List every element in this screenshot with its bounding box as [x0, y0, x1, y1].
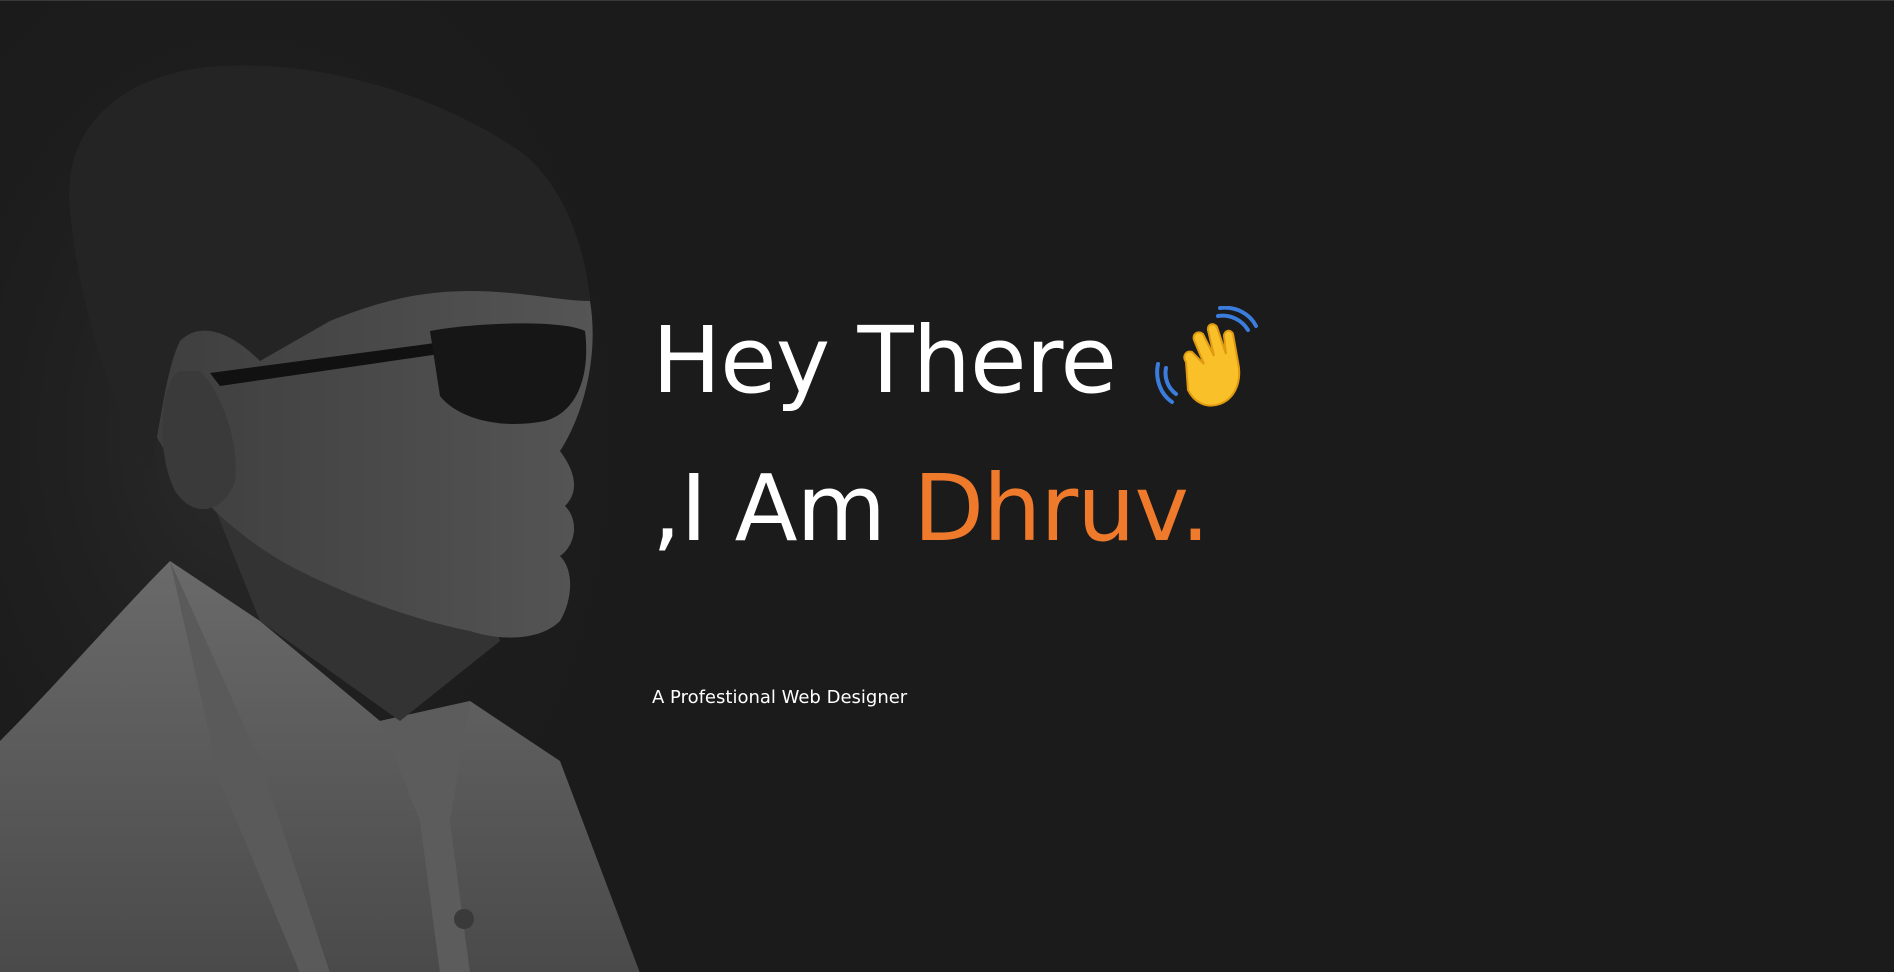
greeting-text: Hey There [652, 307, 1117, 414]
portrait-photo [0, 1, 700, 972]
intro-line: ,I Am Dhruv. [652, 449, 1752, 569]
greeting-line: Hey There [652, 301, 1752, 421]
subtitle: A Profestional Web Designer [652, 687, 908, 708]
hero-page: Hey There ,I Am Dhruv. A Profestional We… [0, 0, 1894, 972]
hero-heading: Hey There ,I Am Dhruv. [652, 301, 1752, 569]
intro-prefix: ,I Am [652, 455, 886, 562]
waving-hand-icon [1155, 306, 1258, 407]
name-highlight: Dhruv. [913, 455, 1210, 562]
